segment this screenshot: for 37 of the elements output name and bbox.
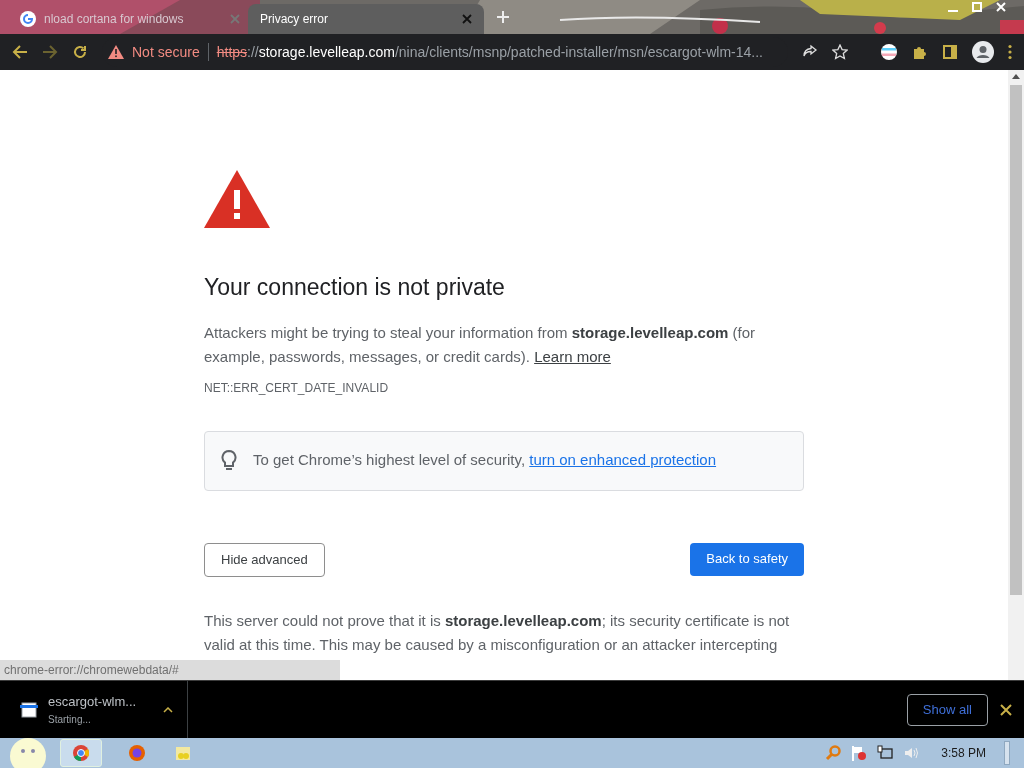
warning-icon <box>204 170 270 228</box>
menu-icon[interactable] <box>1008 44 1012 60</box>
lightbulb-icon <box>221 449 237 472</box>
warning-icon <box>108 45 124 59</box>
url-text: https://storage.levelleap.com/nina/clients/msnp/patched-installer/msn/escargot-wlm-14... <box>216 42 763 62</box>
security-label[interactable]: Not secure <box>132 41 200 63</box>
tip-text: To get Chrome’s highest level of security, turn on enhanced protection <box>253 450 717 471</box>
new-tab-icon[interactable] <box>496 10 510 24</box>
browser-tab[interactable]: Privacy error <box>248 4 484 34</box>
error-code: NET::ERR_CERT_DATE_INVALID <box>204 379 390 397</box>
download-status: Starting... <box>48 712 92 727</box>
show-all-button[interactable]: Show all <box>906 693 988 726</box>
back-to-safety-button[interactable]: Back to safety <box>690 542 804 576</box>
google-icon <box>20 11 36 27</box>
hide-advanced-button[interactable]: Hide advanced <box>204 542 325 577</box>
heading: Your connection is not private <box>204 273 506 302</box>
star-icon[interactable] <box>832 44 848 60</box>
enhanced-protection-link[interactable]: turn on enhanced protection <box>529 451 717 469</box>
flag-icon[interactable] <box>880 43 898 61</box>
puzzle-icon[interactable] <box>912 44 928 60</box>
reload-icon[interactable] <box>72 44 88 60</box>
file-icon <box>20 700 38 719</box>
intro-paragraph: Attackers might be trying to steal your information from storage.levelleap.com (for example, passwords, messages, or credit cards). Learn more <box>204 322 757 367</box>
caret-icon[interactable] <box>163 706 173 713</box>
sidebar-icon[interactable] <box>942 44 958 60</box>
download-name: escargot-wlm... <box>48 693 138 712</box>
close-icon[interactable] <box>1000 703 1012 716</box>
forward-icon[interactable] <box>42 44 58 60</box>
start-button[interactable] <box>8 738 48 768</box>
back-icon[interactable] <box>12 44 28 60</box>
status-bubble: chrome-error://chromewebdata/# <box>0 660 340 680</box>
profile-icon[interactable] <box>972 41 994 63</box>
learn-more-link[interactable]: Learn more <box>534 347 611 365</box>
clock[interactable]: 3:58 PM <box>941 744 986 762</box>
details-paragraph: This server could not prove that it is storage.levelleap.com; its security certificate is not valid at this time. This may be caused by a misconfiguration or an attacker intercepting <box>204 610 791 655</box>
scrollbar[interactable] <box>1008 70 1024 680</box>
network-icon[interactable] <box>877 745 894 761</box>
